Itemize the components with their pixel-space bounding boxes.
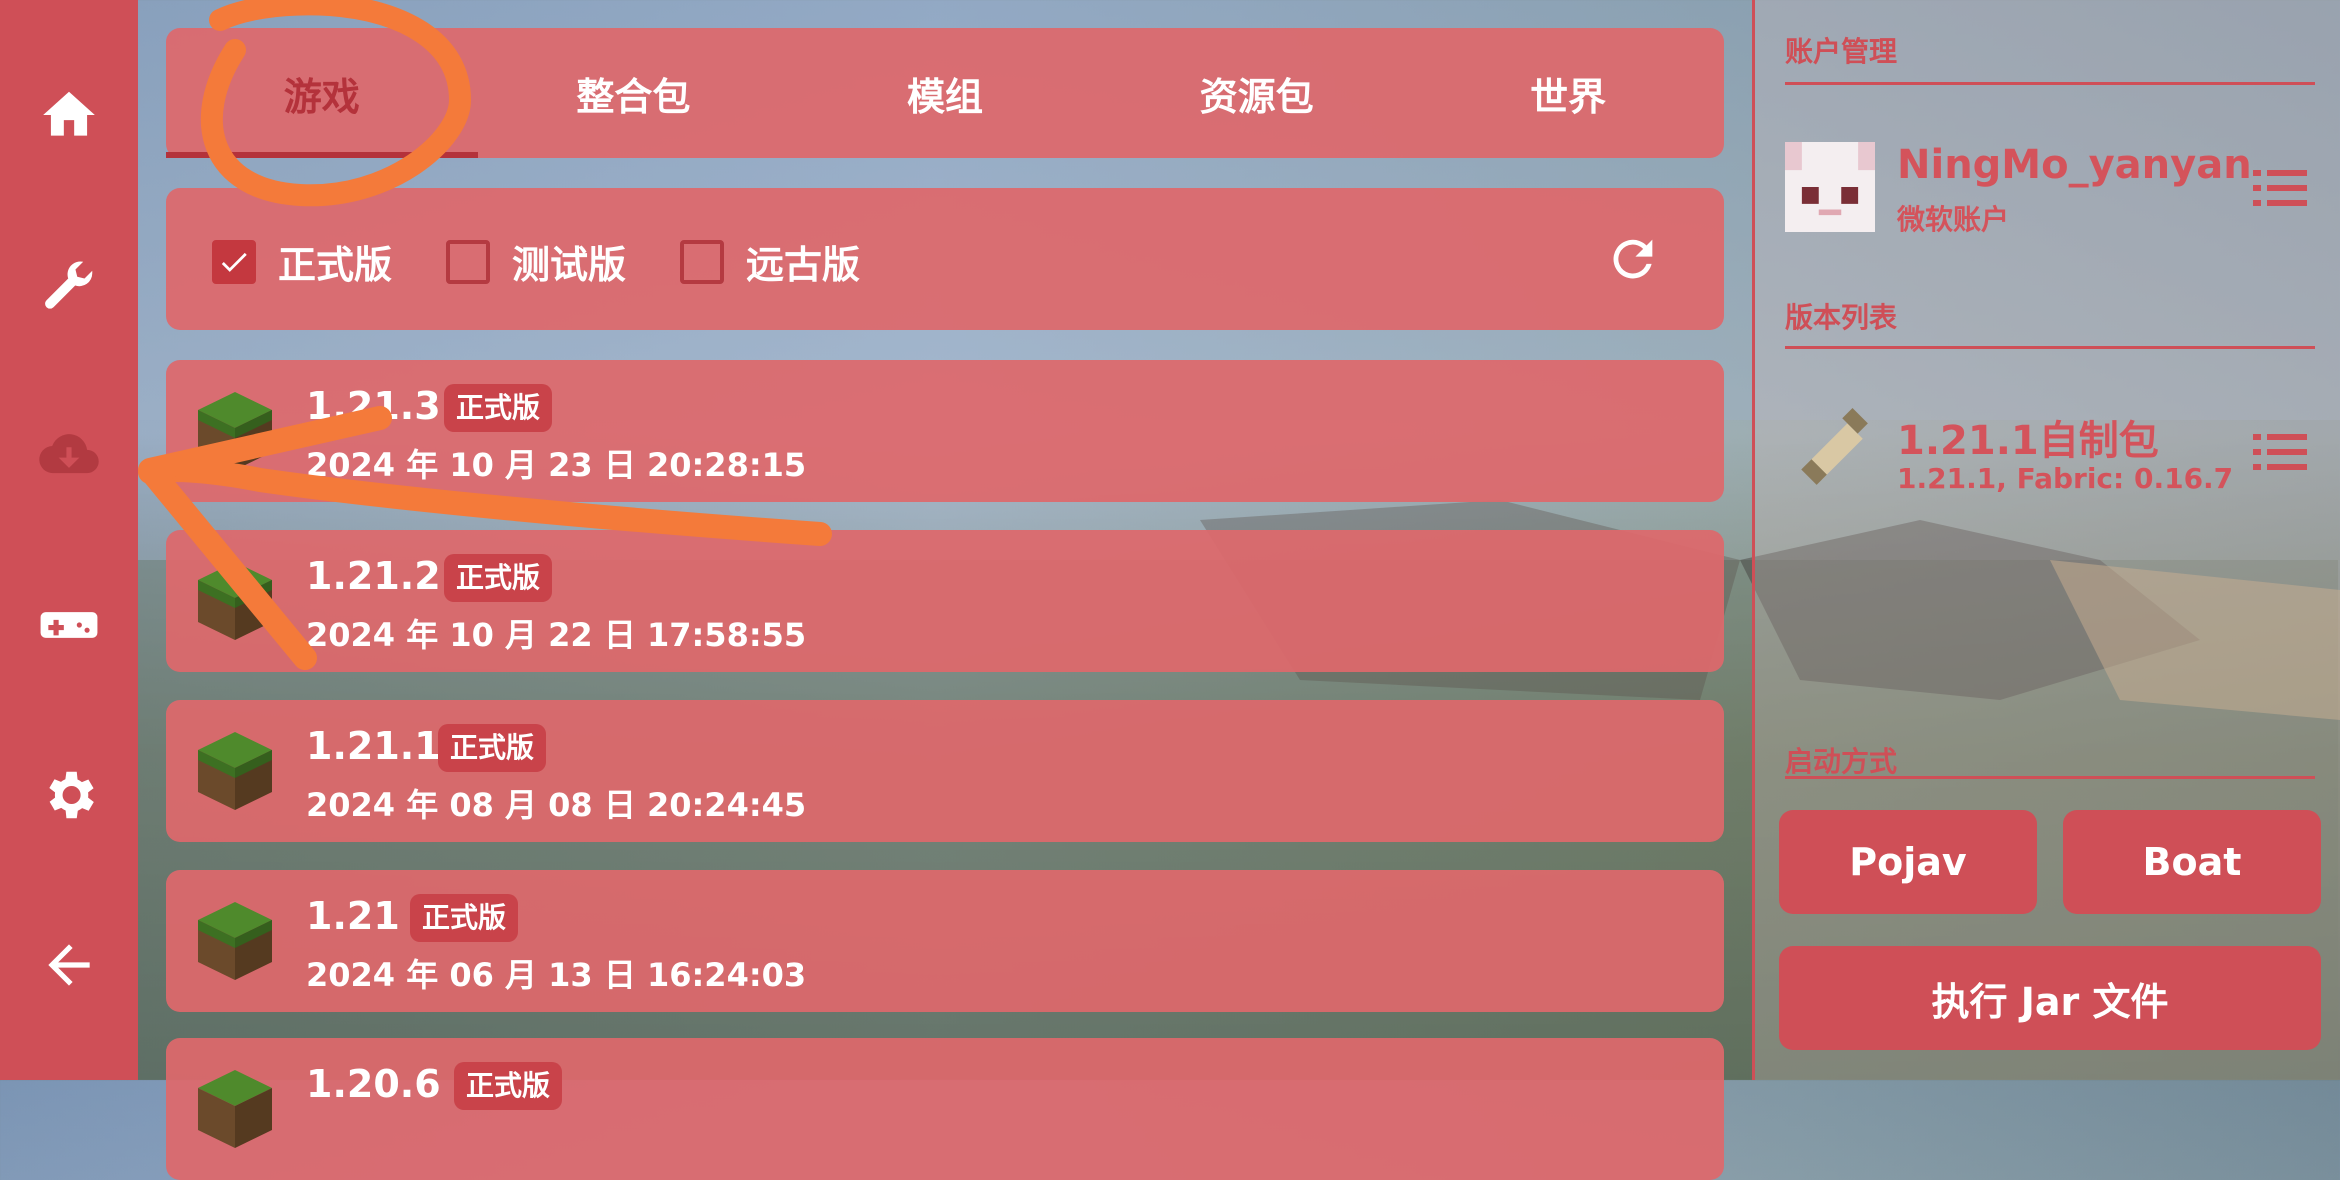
release-label: 正式版 <box>278 243 393 287</box>
cloud-download-icon <box>39 434 99 474</box>
category-tabs: 游戏 整合包 模组 资源包 世界 <box>166 28 1724 158</box>
account-menu-icon[interactable] <box>2253 168 2307 208</box>
version-item[interactable]: 1.21.2 正式版 2024 年 10 月 22 日 17:58:55 <box>166 530 1724 672</box>
release-badge: 正式版 <box>454 1062 563 1110</box>
player-avatar[interactable] <box>1785 142 1875 232</box>
old-filter[interactable]: 远古版 <box>680 234 860 289</box>
version-item[interactable]: 1.21.1 正式版 2024 年 08 月 08 日 20:24:45 <box>166 700 1724 842</box>
version-list-title: 版本列表 <box>1785 301 1898 334</box>
refresh-icon[interactable] <box>1604 230 1662 288</box>
account-name: NingMo_yanyan <box>1897 142 2252 188</box>
gear-icon <box>49 771 94 819</box>
tab-game[interactable]: 游戏 <box>166 28 478 158</box>
grass-block-icon <box>198 562 272 640</box>
version-date: 2024 年 08 月 08 日 20:24:45 <box>306 786 807 824</box>
tab-mods[interactable]: 模组 <box>789 28 1101 158</box>
nav-home-button[interactable] <box>0 60 138 170</box>
checkmark-icon <box>221 252 247 272</box>
gamepad-icon <box>40 612 98 638</box>
old-checkbox[interactable] <box>680 239 724 284</box>
home-icon <box>43 91 95 136</box>
version-name: 1.21.3 <box>306 384 441 428</box>
modpack-icon <box>1801 408 1868 485</box>
version-date: 2024 年 10 月 23 日 20:28:15 <box>306 446 807 484</box>
version-name: 1.21 <box>306 894 400 938</box>
right-panel: 账户管理 NingMo_yanyan 微软账户 版本列表 1.21.1自制包 1… <box>1752 0 2340 1080</box>
left-sidebar <box>0 0 138 1080</box>
release-badge: 正式版 <box>438 724 547 772</box>
divider <box>1785 346 2315 349</box>
release-badge: 正式版 <box>444 554 553 602</box>
release-badge: 正式版 <box>410 894 519 942</box>
modpack-menu-icon[interactable] <box>2253 432 2307 472</box>
account-type: 微软账户 <box>1897 203 2010 236</box>
old-label: 远古版 <box>746 243 861 287</box>
snapshot-checkbox[interactable] <box>446 239 490 284</box>
nav-back-button[interactable] <box>0 910 138 1020</box>
version-item[interactable]: 1.21.3 正式版 2024 年 10 月 23 日 20:28:15 <box>166 360 1724 502</box>
version-name: 1.21.1 <box>306 724 441 768</box>
version-item[interactable]: 1.20.6 正式版 <box>166 1038 1724 1180</box>
version-date: 2024 年 10 月 22 日 17:58:55 <box>306 616 807 654</box>
boat-button[interactable]: Boat <box>2063 810 2321 914</box>
version-date: 2024 年 06 月 13 日 16:24:03 <box>306 956 807 994</box>
account-section-title: 账户管理 <box>1785 35 1898 68</box>
snapshot-filter[interactable]: 测试版 <box>446 234 626 289</box>
nav-tools-button[interactable] <box>0 230 138 340</box>
snapshot-label: 测试版 <box>512 243 627 287</box>
version-name: 1.20.6 <box>306 1062 441 1106</box>
grass-block-icon <box>198 902 272 980</box>
launch-section-title: 启动方式 <box>1785 745 1898 778</box>
modpack-detail: 1.21.1, Fabric: 0.16.7 <box>1897 462 2234 495</box>
release-badge: 正式版 <box>444 384 553 432</box>
divider <box>1785 82 2315 85</box>
run-jar-button[interactable]: 执行 Jar 文件 <box>1779 946 2321 1050</box>
wrench-icon <box>45 261 93 309</box>
grass-block-icon <box>198 732 272 810</box>
pojav-button[interactable]: Pojav <box>1779 810 2037 914</box>
grass-block-icon <box>198 392 272 470</box>
version-name: 1.21.2 <box>306 554 441 598</box>
version-item[interactable]: 1.21 正式版 2024 年 06 月 13 日 16:24:03 <box>166 870 1724 1012</box>
nav-download-button[interactable] <box>0 400 138 510</box>
nav-settings-button[interactable] <box>0 740 138 850</box>
divider <box>1785 776 2315 779</box>
version-filter-bar: 正式版 测试版 远古版 <box>166 188 1724 330</box>
back-arrow-icon <box>48 944 90 986</box>
modpack-name[interactable]: 1.21.1自制包 <box>1897 408 2159 466</box>
nav-game-button[interactable] <box>0 570 138 680</box>
tab-modpack[interactable]: 整合包 <box>478 28 790 158</box>
release-filter[interactable]: 正式版 <box>212 234 392 289</box>
grass-block-icon <box>198 1070 272 1148</box>
release-checkbox[interactable] <box>212 239 256 284</box>
tab-world[interactable]: 世界 <box>1412 28 1724 158</box>
tab-resourcepack[interactable]: 资源包 <box>1101 28 1413 158</box>
